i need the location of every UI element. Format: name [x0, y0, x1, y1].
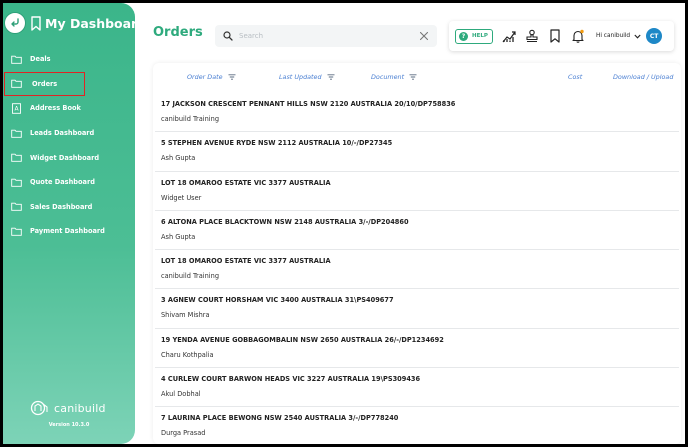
- column-header-order-date[interactable]: Order Date: [187, 73, 236, 81]
- column-label: Cost: [568, 73, 583, 81]
- order-address: 4 CURLEW COURT BARWON HEADS VIC 3227 AUS…: [161, 375, 421, 384]
- table-header: Order Date Last Updated Document Cost Do…: [153, 63, 681, 93]
- filter-icon[interactable]: [228, 74, 236, 80]
- page-title: Orders: [153, 25, 203, 40]
- order-user: canibuild Training: [161, 272, 220, 281]
- order-user: Ash Gupta: [161, 154, 196, 163]
- folder-icon: [11, 80, 22, 89]
- filter-icon[interactable]: [327, 74, 335, 80]
- folder-icon: [11, 178, 22, 187]
- column-label: Order Date: [187, 73, 223, 81]
- analytics-icon[interactable]: [502, 29, 516, 43]
- order-address: LOT 18 OMAROO ESTATE VIC 3377 AUSTRALIA: [161, 178, 331, 187]
- sidebar-item-sales-dashboard[interactable]: Sales Dashboard: [3, 195, 135, 220]
- canibuild-logo-icon: [30, 400, 48, 416]
- sidebar-item-payment-dashboard[interactable]: Payment Dashboard: [3, 219, 135, 244]
- sidebar-item-deals[interactable]: Deals: [3, 47, 135, 72]
- sidebar-item-label: Deals: [30, 55, 51, 64]
- table-row[interactable]: 19 YENDA AVENUE GOBBAGOMBALIN NSW 2650 A…: [155, 329, 679, 369]
- sidebar-item-label: Orders: [32, 79, 58, 88]
- order-user: Shivam Mishra: [161, 311, 210, 320]
- sidebar-item-leads-dashboard[interactable]: Leads Dashboard: [3, 121, 135, 146]
- bookmark-icon[interactable]: [548, 29, 562, 43]
- svg-text:A: A: [14, 106, 19, 113]
- search-icon: [223, 31, 233, 41]
- order-address: 5 STEPHEN AVENUE RYDE NSW 2112 AUSTRALIA…: [161, 139, 393, 148]
- address-book-icon: A: [12, 103, 21, 114]
- order-address: 19 YENDA AVENUE GOBBAGOMBALIN NSW 2650 A…: [161, 335, 444, 344]
- search-input[interactable]: [239, 32, 409, 40]
- folder-icon: [11, 129, 22, 138]
- order-address: 17 JACKSON CRESCENT PENNANT HILLS NSW 21…: [161, 100, 456, 108]
- column-header-document[interactable]: Document: [371, 73, 417, 81]
- order-user: Charu Kothpalia: [161, 350, 214, 359]
- sidebar-item-widget-dashboard[interactable]: Widget Dashboard: [3, 145, 135, 170]
- order-user: Akul Dobhal: [161, 390, 201, 399]
- avatar[interactable]: CT: [646, 28, 663, 44]
- user-greeting[interactable]: Hi canibuild: [596, 33, 630, 39]
- folder-icon: [11, 153, 22, 162]
- table-row[interactable]: LOT 18 OMAROO ESTATE VIC 3377 AUSTRALIA …: [155, 250, 679, 290]
- table-row[interactable]: 7 LAURINA PLACE BEWONG NSW 2540 AUSTRALI…: [155, 407, 679, 444]
- version-label: Version 10.3.0: [48, 422, 90, 428]
- column-header-download-upload[interactable]: Download / Upload: [613, 73, 673, 81]
- order-user: Widget User: [161, 193, 202, 202]
- table-row[interactable]: 6 ALTONA PLACE BLACKTOWN NSW 2148 AUSTRA…: [155, 211, 679, 251]
- sidebar-item-label: Sales Dashboard: [30, 202, 93, 211]
- dashboard-title: My Dashboard: [45, 16, 147, 31]
- sidebar-item-quote-dashboard[interactable]: Quote Dashboard: [3, 170, 135, 195]
- folder-icon: [11, 55, 22, 64]
- table-row[interactable]: 5 STEPHEN AVENUE RYDE NSW 2112 AUSTRALIA…: [155, 132, 679, 172]
- sidebar-nav: Deals Orders A Address Book Leads Dashbo…: [3, 47, 135, 244]
- table-row[interactable]: 3 AGNEW COURT HORSHAM VIC 3400 AUSTRALIA…: [155, 289, 679, 329]
- table-row[interactable]: LOT 18 OMAROO ESTATE VIC 3377 AUSTRALIA …: [155, 172, 679, 211]
- column-label: Download / Upload: [613, 73, 674, 81]
- order-address: LOT 18 OMAROO ESTATE VIC 3377 AUSTRALIA: [161, 257, 331, 266]
- folder-icon: [11, 227, 22, 236]
- search-bar: [215, 25, 437, 47]
- app-window: My Dashboard Deals Orders A Address Book…: [3, 3, 685, 444]
- clear-icon[interactable]: [419, 31, 429, 41]
- sidebar-item-orders[interactable]: Orders: [4, 71, 85, 97]
- sidebar-item-label: Widget Dashboard: [30, 153, 100, 162]
- stamp-icon[interactable]: [525, 29, 539, 43]
- sidebar-item-label: Leads Dashboard: [30, 129, 95, 138]
- orders-table: Order Date Last Updated Document Cost Do…: [153, 63, 681, 444]
- sidebar: My Dashboard Deals Orders A Address Book…: [3, 3, 146, 444]
- chevron-down-icon[interactable]: [634, 34, 641, 39]
- help-label: HELP: [472, 33, 488, 39]
- table-row[interactable]: 17 JACKSON CRESCENT PENNANT HILLS NSW 21…: [155, 93, 679, 133]
- help-button[interactable]: ? HELP: [455, 28, 493, 44]
- header-toolbar: ? HELP Hi canibuild CT: [449, 21, 674, 51]
- question-icon: ?: [459, 31, 468, 41]
- sidebar-item-address-book[interactable]: A Address Book: [3, 96, 135, 121]
- column-label: Document: [371, 73, 405, 81]
- folder-icon: [11, 203, 22, 212]
- order-user: Ash Gupta: [161, 232, 196, 241]
- order-address: 7 LAURINA PLACE BEWONG NSW 2540 AUSTRALI…: [161, 414, 399, 423]
- sidebar-item-label: Payment Dashboard: [30, 227, 105, 236]
- bookmark-icon: [31, 16, 41, 31]
- back-arrow-icon: [11, 18, 19, 27]
- order-user: Durga Prasad: [161, 429, 206, 438]
- order-address: 6 ALTONA PLACE BLACKTOWN NSW 2148 AUSTRA…: [161, 217, 409, 226]
- sidebar-item-label: Address Book: [30, 104, 81, 113]
- notification-bell-icon[interactable]: [571, 29, 585, 43]
- sidebar-item-label: Quote Dashboard: [30, 178, 95, 187]
- filter-icon[interactable]: [409, 74, 417, 80]
- order-user: canibuild Training: [161, 115, 220, 123]
- brand-logo: canibuild: [30, 400, 106, 416]
- brand-name: canibuild: [54, 401, 106, 415]
- column-label: Last Updated: [279, 73, 322, 81]
- order-address: 3 AGNEW COURT HORSHAM VIC 3400 AUSTRALIA…: [161, 296, 394, 305]
- table-row[interactable]: 4 CURLEW COURT BARWON HEADS VIC 3227 AUS…: [155, 368, 679, 408]
- back-button[interactable]: [4, 12, 26, 34]
- column-header-last-updated[interactable]: Last Updated: [279, 73, 335, 81]
- column-header-cost[interactable]: Cost: [568, 73, 582, 81]
